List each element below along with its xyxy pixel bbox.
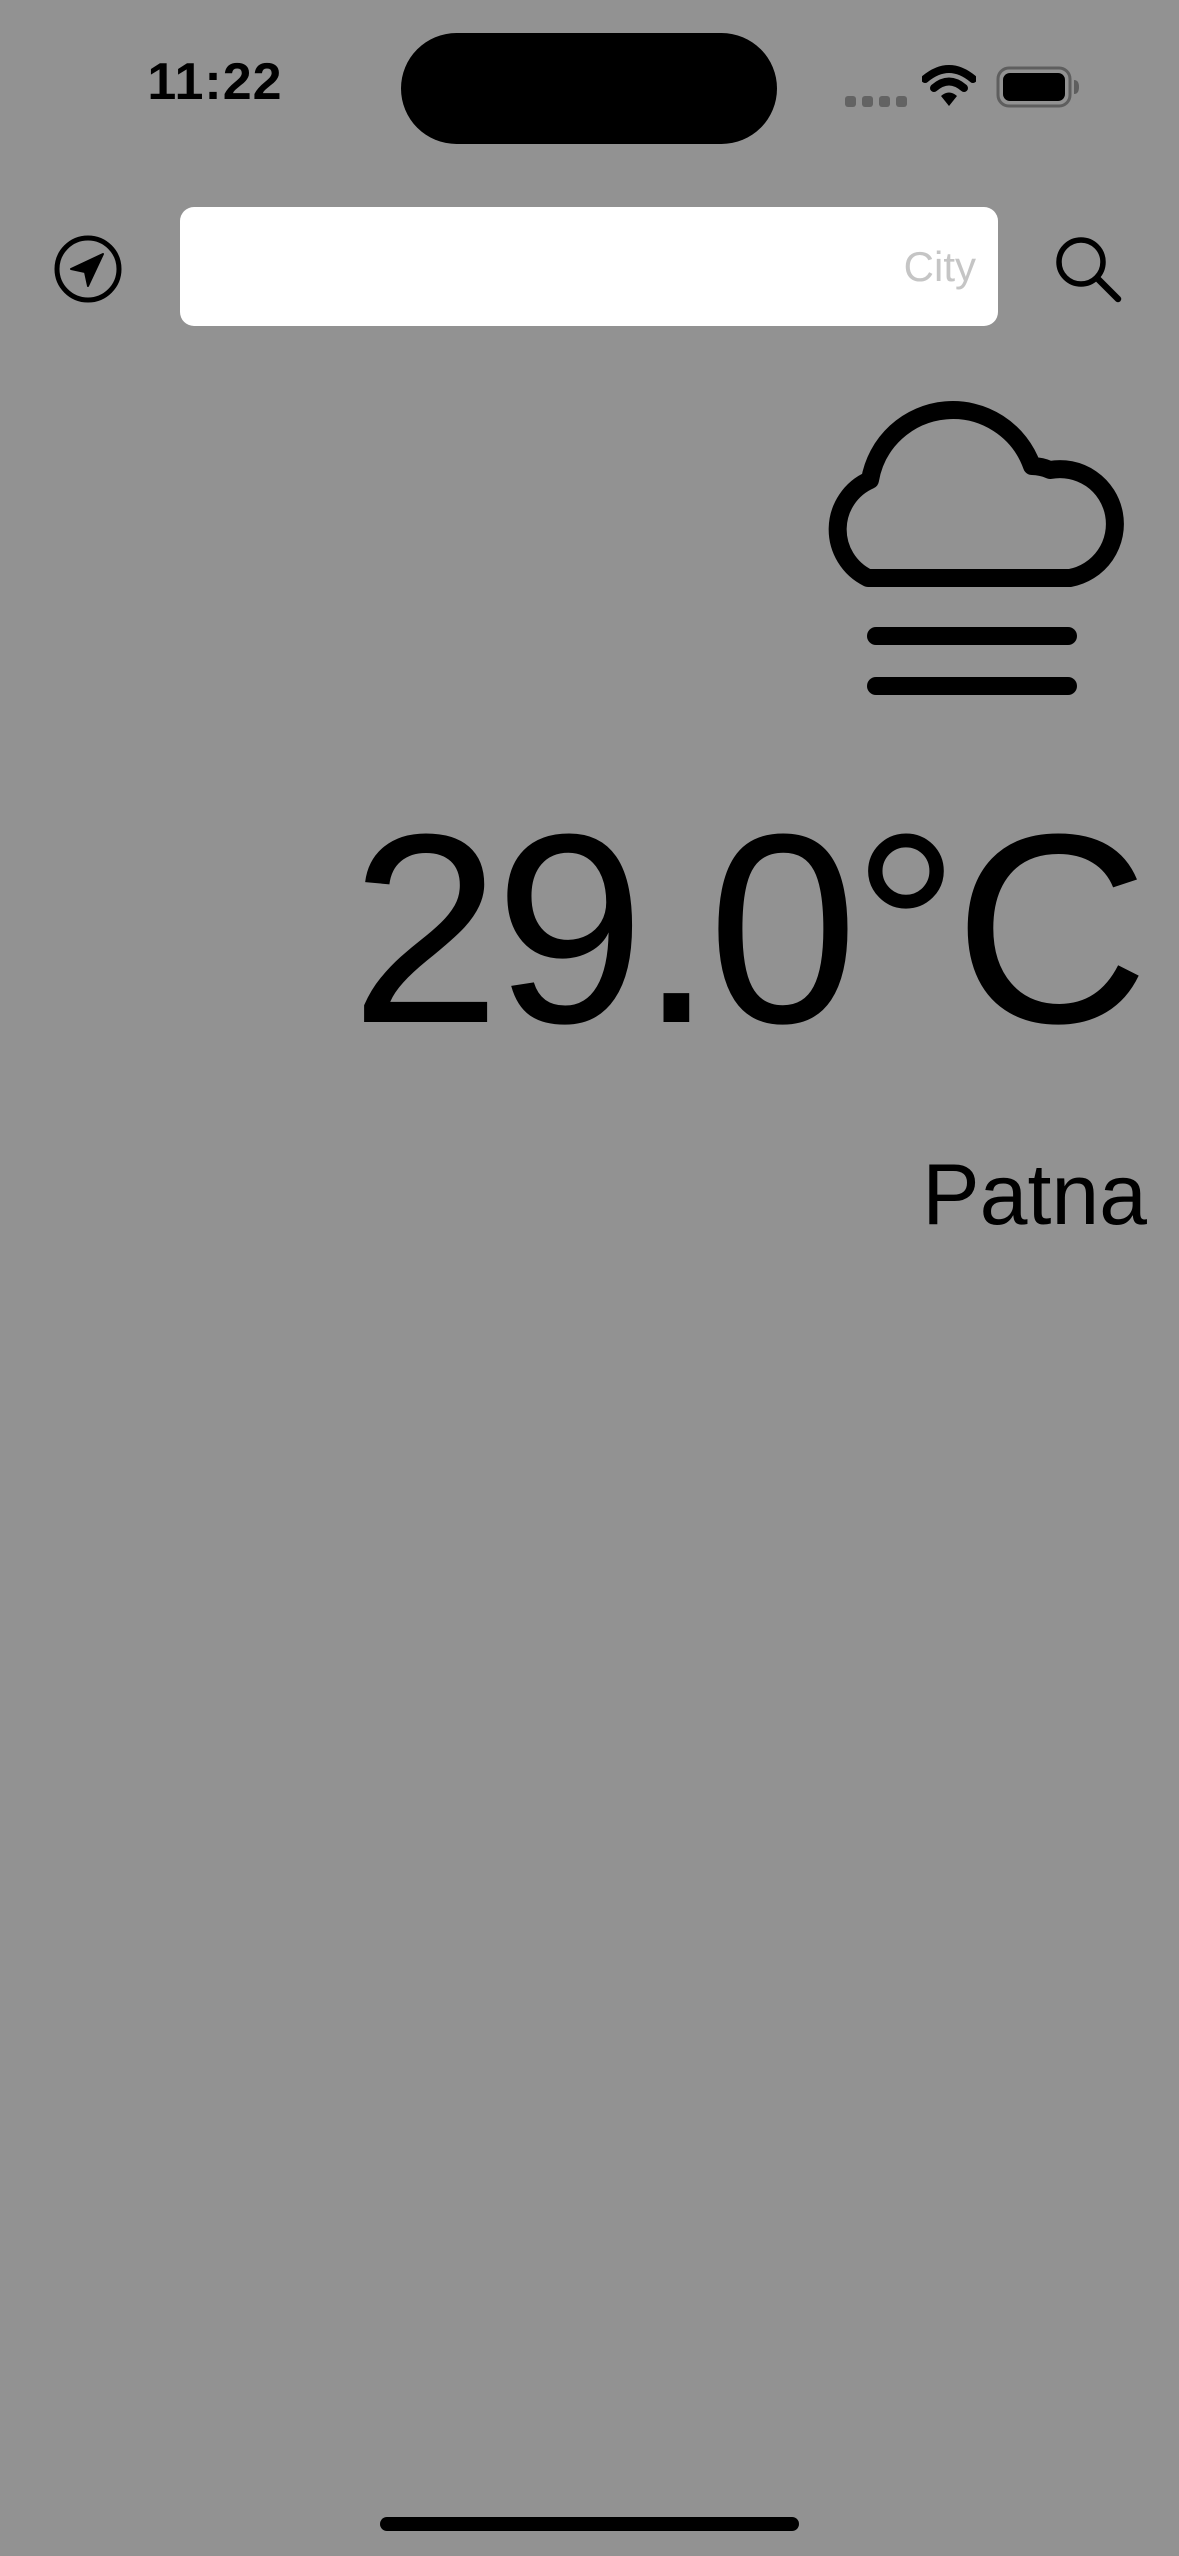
magnifying-glass-icon [1056,237,1122,303]
cloud-fog-icon [828,401,1124,695]
home-indicator[interactable] [380,2517,799,2531]
location-arrow-icon [54,235,122,303]
search-button[interactable] [1053,234,1123,304]
city-name: Patna [922,1147,1147,1243]
status-bar-time: 11:22 [147,53,283,111]
dynamic-island [401,33,777,144]
temperature-text: 29.0°C [350,779,1149,1080]
city-search-input[interactable] [180,207,998,326]
location-button[interactable] [52,233,124,305]
wifi-icon [922,65,976,106]
signal-icon [845,96,907,108]
battery-icon [996,66,1079,108]
